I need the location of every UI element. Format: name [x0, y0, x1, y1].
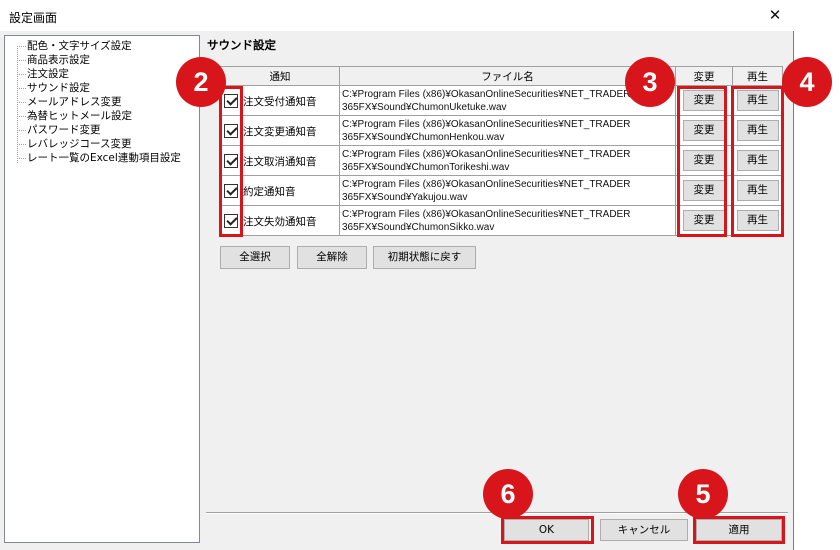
- tree-item-order[interactable]: 注文設定: [17, 67, 69, 81]
- highlight-apply-button: [693, 516, 785, 544]
- file-path-line1: C:¥Program Files (x86)¥OkasanOnlineSecur…: [342, 118, 631, 130]
- file-path-line1: C:¥Program Files (x86)¥OkasanOnlineSecur…: [342, 208, 631, 220]
- header-notice: 通知: [220, 66, 340, 86]
- step-badge-3: 3: [625, 57, 675, 107]
- highlight-play-buttons: [731, 86, 784, 237]
- header-change: 変更: [675, 66, 733, 86]
- file-path-line2: 365FX¥Sound¥ChumonSikko.wav: [342, 221, 495, 233]
- tree-item-email[interactable]: メールアドレス変更: [17, 95, 122, 109]
- file-path-line2: 365FX¥Sound¥Yakujou.wav: [342, 191, 468, 203]
- step-badge-6: 6: [483, 469, 533, 519]
- notice-label: 注文取消通知音: [243, 156, 317, 168]
- deselect-all-button[interactable]: 全解除: [297, 246, 367, 269]
- reset-defaults-button[interactable]: 初期状態に戻す: [373, 246, 476, 269]
- file-path-line1: C:¥Program Files (x86)¥OkasanOnlineSecur…: [342, 148, 631, 160]
- step-badge-5: 5: [678, 469, 728, 519]
- file-path-line2: 365FX¥Sound¥ChumonHenkou.wav: [342, 131, 505, 143]
- tree-item-leverage[interactable]: レバレッジコース変更: [17, 137, 131, 151]
- pane-title: サウンド設定: [207, 38, 276, 52]
- step-badge-2: 2: [176, 57, 226, 107]
- header-play: 再生: [732, 66, 783, 86]
- file-path-line2: 365FX¥Sound¥ChumonUketuke.wav: [342, 101, 507, 113]
- title-bar: 設定画面 ✕: [0, 0, 794, 31]
- tree-item-color-font[interactable]: 配色・文字サイズ設定: [17, 39, 132, 53]
- window-title: 設定画面: [9, 11, 58, 25]
- tree-item-sound[interactable]: サウンド設定: [17, 81, 90, 95]
- notice-label: 注文受付通知音: [243, 96, 317, 108]
- file-path-cell: C:¥Program Files (x86)¥OkasanOnlineSecur…: [339, 145, 676, 176]
- tree-item-excel-link[interactable]: レート一覧のExcel連動項目設定: [17, 151, 181, 165]
- notice-label: 注文変更通知音: [243, 126, 317, 138]
- settings-tree: 配色・文字サイズ設定 商品表示設定 注文設定 サウンド設定 メールアドレス変更 …: [4, 35, 200, 543]
- notice-label: 注文失効通知音: [243, 216, 317, 228]
- file-path-line1: C:¥Program Files (x86)¥OkasanOnlineSecur…: [342, 178, 631, 190]
- notice-label: 約定通知音: [243, 186, 296, 198]
- highlight-checkboxes: [219, 86, 243, 237]
- tree-item-password[interactable]: パスワード変更: [17, 123, 101, 137]
- file-path-line1: C:¥Program Files (x86)¥OkasanOnlineSecur…: [342, 88, 631, 100]
- select-all-button[interactable]: 全選択: [220, 246, 290, 269]
- table-header-row: 通知 ファイル名 変更 再生: [220, 66, 783, 86]
- tree-item-product-display[interactable]: 商品表示設定: [17, 53, 90, 67]
- step-badge-4: 4: [782, 57, 832, 107]
- tree-item-fx-hit-mail[interactable]: 為替ヒットメール設定: [17, 109, 132, 123]
- file-path-cell: C:¥Program Files (x86)¥OkasanOnlineSecur…: [339, 175, 676, 206]
- cancel-button[interactable]: キャンセル: [600, 519, 688, 541]
- file-path-cell: C:¥Program Files (x86)¥OkasanOnlineSecur…: [339, 115, 676, 146]
- file-path-cell: C:¥Program Files (x86)¥OkasanOnlineSecur…: [339, 85, 676, 116]
- file-path-line2: 365FX¥Sound¥ChumonTorikeshi.wav: [342, 161, 510, 173]
- file-path-cell: C:¥Program Files (x86)¥OkasanOnlineSecur…: [339, 205, 676, 236]
- highlight-ok-button: [501, 516, 594, 544]
- highlight-change-buttons: [677, 86, 727, 237]
- close-icon[interactable]: ✕: [760, 3, 790, 27]
